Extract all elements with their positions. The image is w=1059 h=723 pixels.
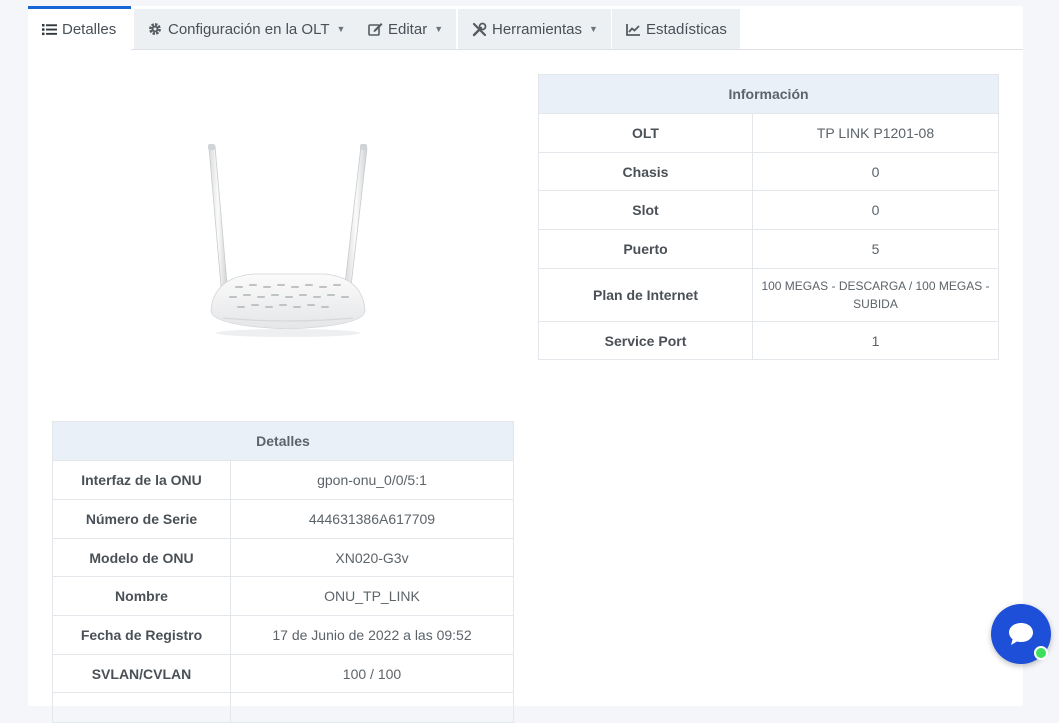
tab-editar[interactable]: Editar ▼: [354, 9, 457, 49]
table-row: Plan de Internet 100 MEGAS - DESCARGA / …: [538, 268, 999, 322]
row-label: Slot: [538, 190, 753, 230]
row-value: gpon-onu_0/0/5:1: [230, 460, 514, 500]
tab-configuracion-olt[interactable]: Configuración en la OLT ▼: [134, 9, 359, 49]
table-row: Fecha de Registro 17 de Junio de 2022 a …: [52, 615, 514, 655]
list-icon: [41, 23, 57, 37]
row-value: 0: [752, 190, 999, 230]
chevron-down-icon: ▼: [434, 24, 444, 34]
row-label: OLT: [538, 113, 753, 153]
row-label: Plan de Internet: [538, 268, 753, 322]
edit-icon: [367, 22, 383, 36]
table-row: Chasis 0: [538, 152, 999, 191]
tools-icon: [471, 22, 487, 36]
tab-label: Detalles: [62, 21, 117, 38]
row-value: 100 / 100: [230, 654, 514, 693]
onu-detail-card: Detalles Configuración en la OLT ▼ Edita…: [28, 6, 1023, 723]
table-row: Puerto 5: [538, 229, 999, 269]
info-table: Información OLT TP LINK P1201-08 Chasis …: [538, 74, 999, 360]
row-label: Fecha de Registro: [52, 615, 231, 655]
table-row: Slot 0: [538, 190, 999, 230]
row-label: Número de Serie: [52, 499, 231, 539]
row-value: 444631386A617709: [230, 499, 514, 539]
row-label: Puerto: [538, 229, 753, 269]
row-label: Chasis: [538, 152, 753, 191]
chevron-down-icon: ▼: [336, 24, 346, 34]
onu-router-image: [193, 136, 383, 346]
row-label: Interfaz de la ONU: [52, 460, 231, 500]
row-value: 100 MEGAS - DESCARGA / 100 MEGAS - SUBID…: [752, 268, 999, 322]
tab-label: Editar: [388, 20, 428, 38]
online-status-dot: [1034, 646, 1048, 660]
row-value: 1: [752, 321, 999, 360]
row-label: Modelo de ONU: [52, 538, 231, 577]
table-row: OLT TP LINK P1201-08: [538, 113, 999, 153]
tab-bar: Detalles Configuración en la OLT ▼ Edita…: [28, 6, 1023, 50]
row-label: SVLAN/CVLAN: [52, 654, 231, 693]
row-value: 0: [752, 152, 999, 191]
gear-icon: [147, 22, 163, 36]
row-value: 5: [752, 229, 999, 269]
tab-label: Estadísticas: [646, 20, 727, 38]
tab-estadisticas[interactable]: Estadísticas: [612, 9, 740, 49]
table-row: Nombre ONU_TP_LINK: [52, 576, 514, 616]
tab-label: Herramientas: [492, 20, 583, 38]
table-row: Número de Serie 444631386A617709: [52, 499, 514, 539]
details-table: Detalles Interfaz de la ONU gpon-onu_0/0…: [52, 421, 514, 723]
tab-label: Configuración en la OLT: [168, 20, 330, 38]
table-row: Modelo de ONU XN020-G3v: [52, 538, 514, 577]
row-value: TP LINK P1201-08: [752, 113, 999, 153]
row-label: Nombre: [52, 576, 231, 616]
chart-icon: [625, 22, 641, 36]
tab-detalles[interactable]: Detalles: [28, 6, 131, 50]
row-value: XN020-G3v: [230, 538, 514, 577]
row-value: ONU_TP_LINK: [230, 576, 514, 616]
tab-herramientas[interactable]: Herramientas ▼: [458, 9, 611, 49]
chevron-down-icon: ▼: [589, 24, 598, 34]
row-label: Service Port: [538, 321, 753, 360]
table-row: SVLAN/CVLAN 100 / 100: [52, 654, 514, 693]
table-row: [52, 692, 514, 723]
row-value: 17 de Junio de 2022 a las 09:52: [230, 615, 514, 655]
details-table-title: Detalles: [52, 421, 514, 461]
info-table-title: Información: [538, 74, 999, 114]
table-row: Service Port 1: [538, 321, 999, 360]
chat-bubble-icon: [1009, 623, 1033, 645]
table-row: Interfaz de la ONU gpon-onu_0/0/5:1: [52, 460, 514, 500]
